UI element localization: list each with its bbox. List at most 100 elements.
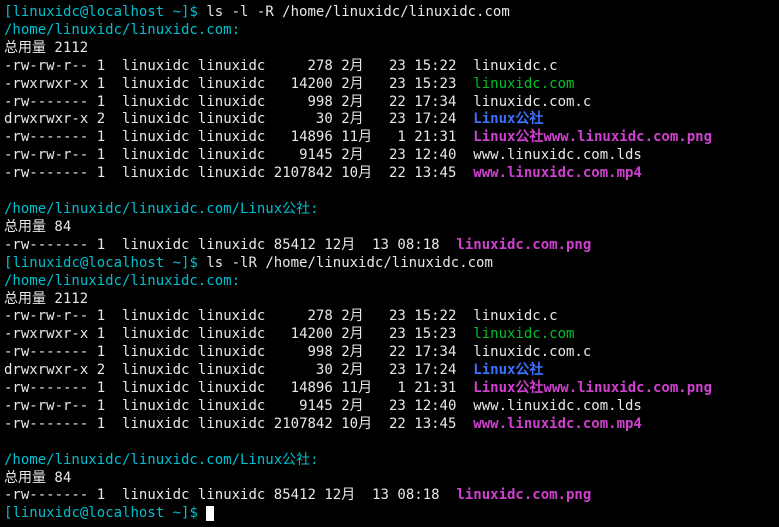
file-perm: -rwxrwxr-x [4,76,88,92]
file-group: linuxidc [198,487,265,503]
file-month: 12月 [324,487,363,503]
file-links: 2 [97,362,105,378]
file-time: 12:40 [414,398,456,414]
file-month: 2月 [341,147,380,163]
file-name: www.linuxidc.com.mp4 [473,165,642,181]
file-perm: -rw-rw-r-- [4,308,88,324]
file-name: Linux公社 [473,362,543,378]
command-line: [linuxidc@localhost ~]$ ls -lR /home/lin… [4,255,775,273]
file-time: 17:34 [414,344,456,360]
file-owner: linuxidc [122,416,189,432]
total-line: 总用量 84 [4,219,71,235]
file-month: 2月 [341,398,380,414]
total-line: 总用量 2112 [4,291,88,307]
file-month: 2月 [341,308,380,324]
prompt-dir: ~ [173,255,181,271]
file-time: 13:45 [414,165,456,181]
file-month: 2月 [341,76,380,92]
file-row: -rw------- 1 linuxidc linuxidc 14896 11月… [4,129,775,147]
file-links: 1 [97,308,105,324]
file-day: 1 [389,380,406,396]
file-size: 14896 [274,129,333,145]
file-group: linuxidc [198,308,265,324]
file-day: 23 [389,398,406,414]
file-month: 2月 [341,94,380,110]
file-name: www.linuxidc.com.lds [473,398,642,414]
file-group: linuxidc [198,147,265,163]
file-name: www.linuxidc.com.mp4 [473,416,642,432]
file-name: Linux公社www.linuxidc.com.png [473,380,712,396]
file-day: 23 [389,76,406,92]
file-name: linuxidc.c [473,58,557,74]
prompt-close: ]$ [181,4,198,20]
file-name: Linux公社www.linuxidc.com.png [473,129,712,145]
file-perm: -rw-rw-r-- [4,147,88,163]
file-owner: linuxidc [122,94,189,110]
file-row: -rw------- 1 linuxidc linuxidc 998 2月 22… [4,344,775,362]
file-group: linuxidc [198,362,265,378]
file-month: 11月 [341,129,380,145]
file-group: linuxidc [198,58,265,74]
file-time: 21:31 [414,380,456,396]
file-owner: linuxidc [122,58,189,74]
file-day: 22 [389,416,406,432]
file-name: linuxidc.com.png [456,487,591,503]
file-size: 30 [274,111,333,127]
file-month: 2月 [341,58,380,74]
prompt-dir: ~ [173,4,181,20]
file-row: drwxrwxr-x 2 linuxidc linuxidc 30 2月 23 … [4,362,775,380]
file-size: 278 [274,308,333,324]
file-group: linuxidc [198,237,265,253]
prompt-user: linuxidc@localhost [12,4,164,20]
file-name: linuxidc.com.c [473,344,591,360]
file-time: 15:23 [414,76,456,92]
file-time: 21:31 [414,129,456,145]
file-size: 85412 [274,237,316,253]
file-owner: linuxidc [122,76,189,92]
terminal-output[interactable]: [linuxidc@localhost ~]$ ls -l -R /home/l… [4,4,775,523]
file-perm: -rw------- [4,94,88,110]
file-group: linuxidc [198,94,265,110]
file-time: 17:24 [414,111,456,127]
file-time: 15:22 [414,308,456,324]
file-perm: -rw------- [4,416,88,432]
file-day: 22 [389,344,406,360]
file-group: linuxidc [198,129,265,145]
prompt-dir: ~ [173,505,181,521]
file-row: -rw------- 1 linuxidc linuxidc 14896 11月… [4,380,775,398]
file-perm: -rw-rw-r-- [4,398,88,414]
file-time: 13:45 [414,416,456,432]
file-month: 12月 [324,237,363,253]
file-day: 23 [389,326,406,342]
dir-header: /home/linuxidc/linuxidc.com/Linux公社: [4,201,319,217]
file-group: linuxidc [198,398,265,414]
file-owner: linuxidc [122,398,189,414]
file-day: 13 [372,237,389,253]
file-size: 14200 [274,326,333,342]
file-month: 2月 [341,362,380,378]
file-perm: -rw------- [4,344,88,360]
dir-header: /home/linuxidc/linuxidc.com: [4,22,240,38]
file-group: linuxidc [198,326,265,342]
file-perm: -rw------- [4,165,88,181]
file-links: 1 [97,94,105,110]
file-row: -rw------- 1 linuxidc linuxidc 998 2月 22… [4,94,775,112]
file-row: -rw------- 1 linuxidc linuxidc 2107842 1… [4,416,775,434]
file-day: 22 [389,165,406,181]
file-time: 08:18 [397,237,439,253]
file-day: 23 [389,362,406,378]
file-month: 11月 [341,380,380,396]
file-perm: -rw------- [4,380,88,396]
file-links: 1 [97,380,105,396]
file-name: linuxidc.com [473,76,574,92]
file-owner: linuxidc [122,487,189,503]
file-size: 998 [274,344,333,360]
command-text: ls -lR /home/linuxidc/linuxidc.com [206,255,493,271]
file-links: 1 [97,326,105,342]
file-row: -rw------- 1 linuxidc linuxidc 85412 12月… [4,487,775,505]
dir-header: /home/linuxidc/linuxidc.com: [4,273,240,289]
file-owner: linuxidc [122,129,189,145]
file-links: 1 [97,58,105,74]
prompt-line[interactable]: [linuxidc@localhost ~]$ [4,505,775,523]
total-line: 总用量 84 [4,470,71,486]
